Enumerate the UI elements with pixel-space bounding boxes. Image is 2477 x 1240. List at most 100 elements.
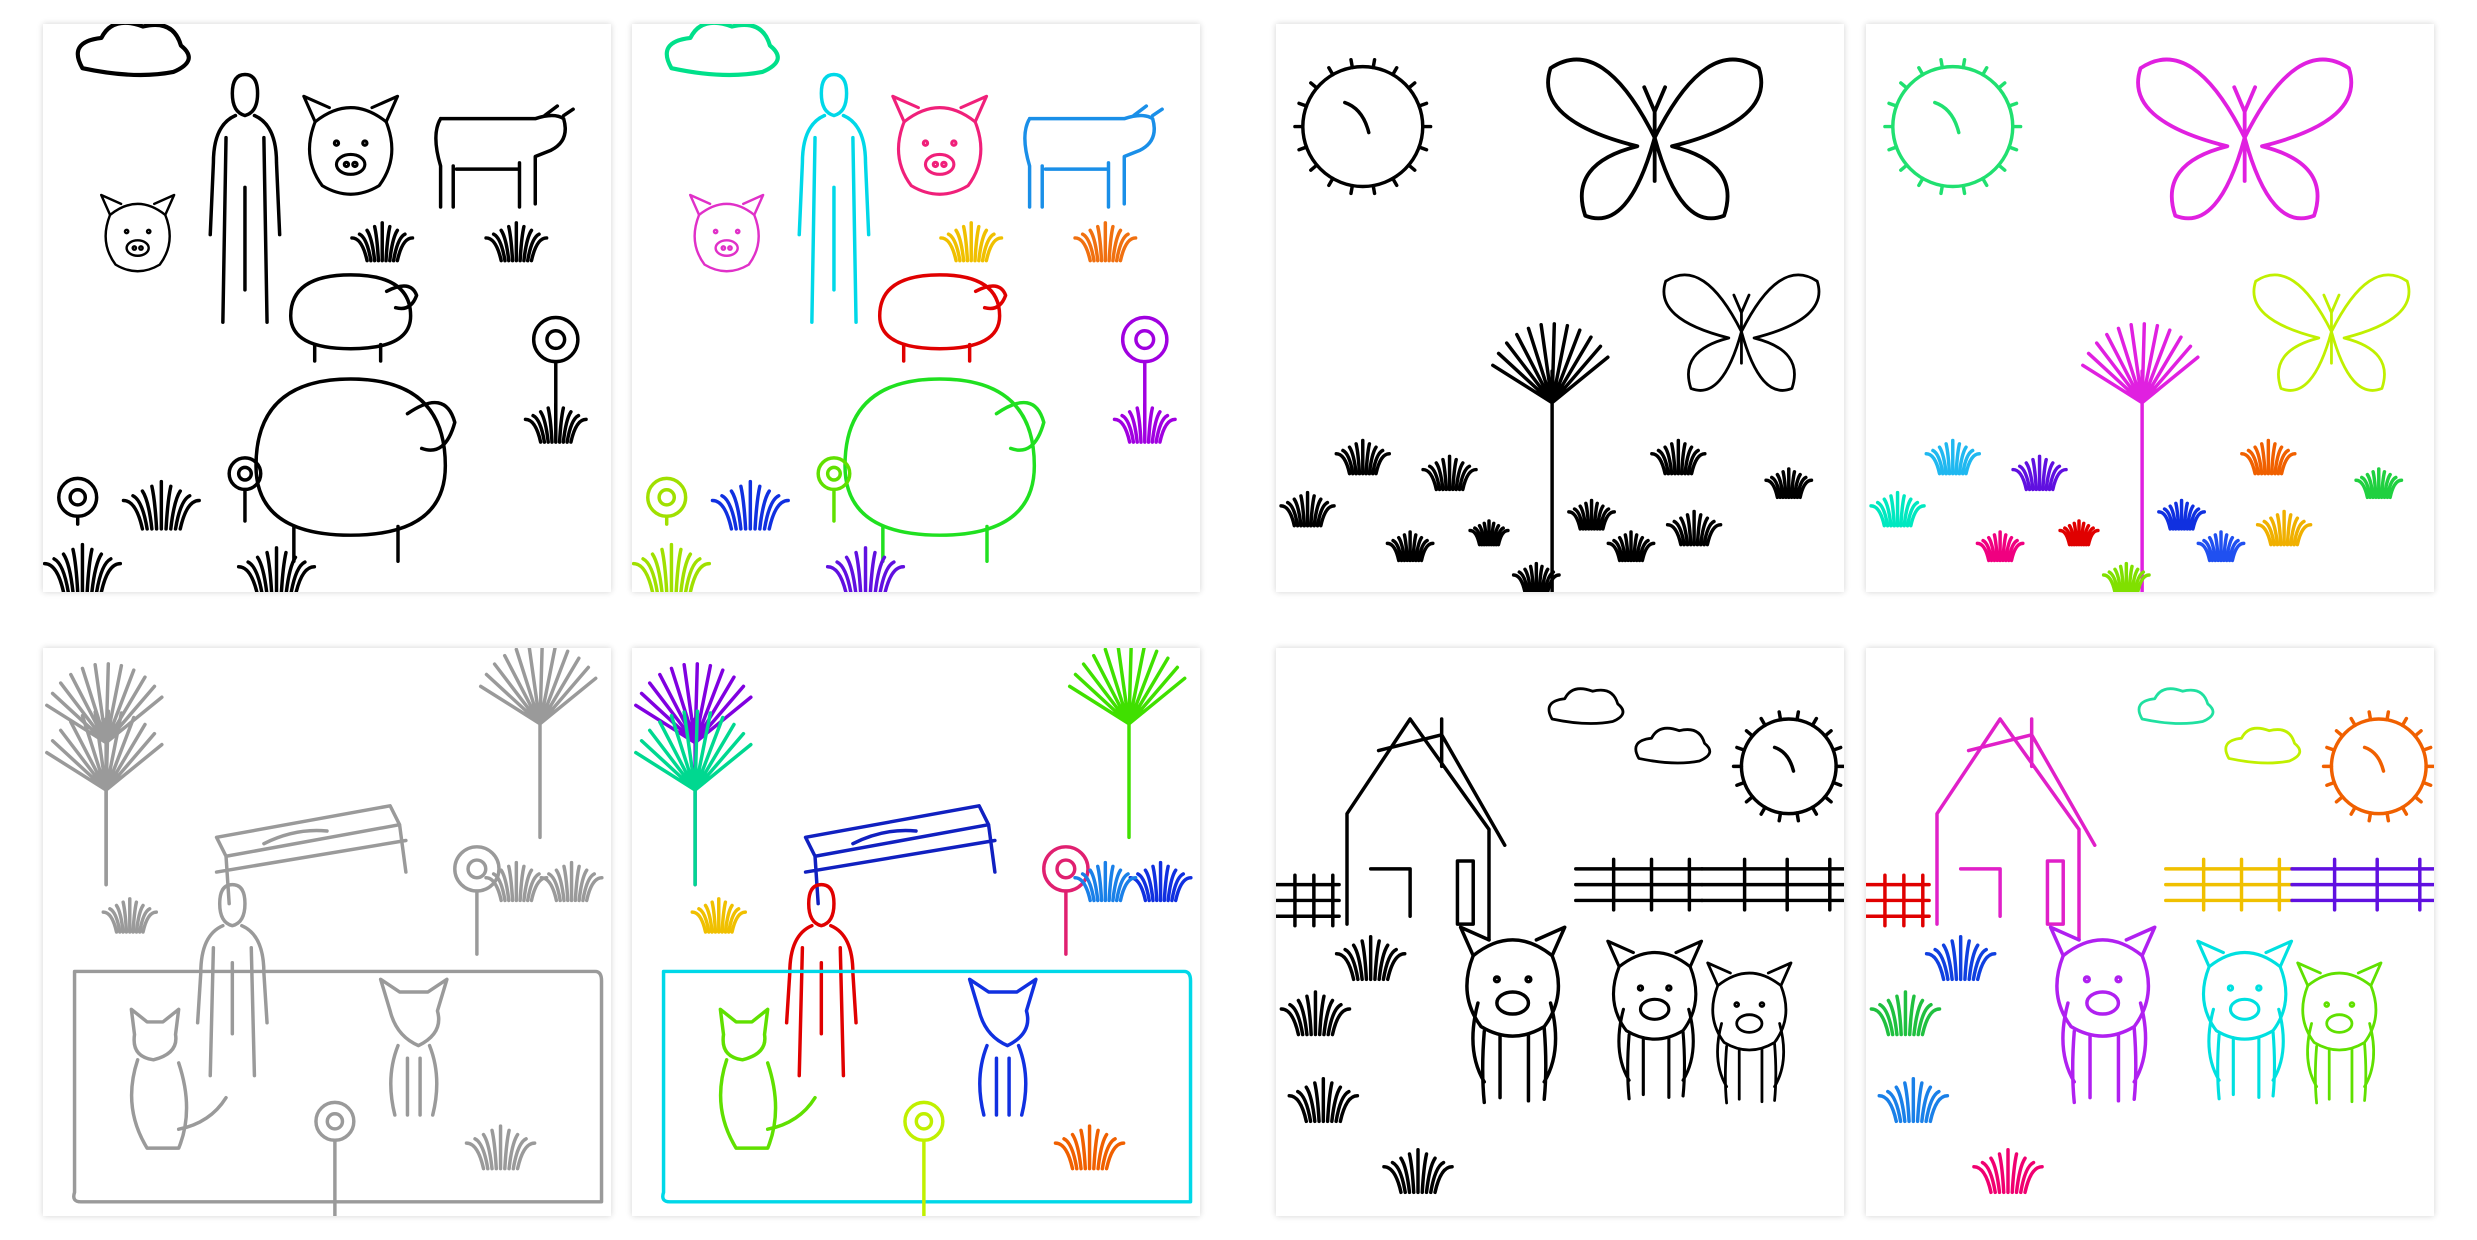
stroke-group-cloud (2224, 726, 2302, 765)
stroke-group-grass (2157, 498, 2207, 531)
stroke-group-fence (2164, 857, 2294, 912)
stroke-group-sun (1731, 710, 1844, 823)
segmented-park (634, 648, 1193, 1216)
stroke-group-grass (1924, 934, 1997, 982)
stroke-group-grass (939, 221, 1004, 263)
stroke-group-cloud (664, 24, 780, 78)
stroke-group-cloud (75, 24, 191, 78)
stroke-group-grass (1665, 509, 1723, 547)
stroke-group-person (797, 72, 871, 324)
stroke-group-flower (646, 476, 688, 526)
stroke-group-cloud (1547, 687, 1625, 725)
stroke-group-grass (2058, 519, 2100, 547)
stroke-group-grass (1606, 530, 1656, 563)
stroke-group-grass (2255, 509, 2313, 547)
stroke-group-pig (100, 193, 176, 273)
stroke-group-grass (1128, 860, 1193, 903)
stroke-group-grass (484, 860, 549, 903)
segmented-butterflies (1869, 57, 2411, 592)
panel-butterflies-sketch (1276, 24, 1844, 592)
stroke-group-fence (1574, 857, 1704, 912)
stroke-group-person (784, 882, 858, 1078)
panel-house-sketch (1276, 648, 1844, 1216)
stroke-group-grass (1764, 467, 1814, 500)
stroke-group-grass (710, 479, 790, 531)
stroke-group-grass (2240, 438, 2297, 476)
stroke-group-butterfly (2136, 57, 2354, 221)
stroke-group-grass (1869, 990, 1942, 1037)
stroke-group-grass (1877, 1076, 1950, 1124)
stroke-group-grass (1975, 530, 2025, 563)
sketch-farm-animals (43, 24, 588, 592)
stroke-group-pig (891, 94, 989, 196)
stroke-group-grass (236, 546, 317, 592)
panel-farm-sketch (43, 24, 611, 592)
stroke-group-grass (1382, 1147, 1454, 1195)
stroke-group-cow (1023, 104, 1164, 209)
stroke-group-grass (121, 479, 201, 531)
stroke-group-grass (2354, 467, 2404, 500)
stroke-group-grass (1279, 490, 1336, 528)
stroke-group-tree (1491, 322, 1610, 592)
stroke-group-grass (1112, 402, 1177, 444)
stroke-group-dog (967, 977, 1038, 1117)
stroke-group-sheep (843, 377, 1046, 563)
stroke-group-grass (523, 402, 588, 444)
stroke-group-dog (378, 977, 449, 1117)
stroke-group-sheep (288, 273, 419, 363)
stroke-group-grass (464, 1124, 537, 1171)
stroke-group-sheep (877, 273, 1008, 363)
stroke-group-tree (478, 648, 598, 840)
stroke-group-person (208, 72, 282, 324)
panel-park-sketch (43, 648, 611, 1216)
stroke-group-grass (1287, 1076, 1360, 1124)
panel-house-segmented (1866, 648, 2434, 1216)
stroke-group-bench (803, 804, 997, 906)
stroke-group-flower (903, 1100, 945, 1216)
stroke-group-pigbody (2048, 925, 2157, 1105)
stroke-group-tree (2081, 322, 2200, 592)
stroke-group-flower (1042, 845, 1090, 956)
segmented-farm-animals (632, 24, 1177, 592)
stroke-group-grass (1053, 1124, 1126, 1171)
stroke-group-sun (1293, 58, 1433, 196)
stroke-group-grass (1279, 990, 1352, 1037)
stroke-group-grass (484, 221, 549, 263)
panel-farm-segmented (632, 24, 1200, 592)
stroke-group-pigbody (2296, 961, 2383, 1105)
stroke-group-flower (453, 845, 501, 956)
stroke-group-cloud (1634, 726, 1712, 765)
sketch-house-pigs (1276, 687, 1844, 1195)
stroke-group-grass (1073, 221, 1138, 263)
stroke-group-grass (539, 860, 604, 903)
stroke-group-butterfly (2252, 273, 2411, 392)
stroke-group-house (1935, 717, 2097, 942)
stroke-group-grass (632, 542, 712, 592)
stroke-group-grass (1468, 519, 1510, 547)
stroke-group-fence (1276, 873, 1341, 928)
stroke-group-sun (1883, 58, 2023, 196)
stroke-group-grass (1650, 438, 1707, 476)
sketch-park (45, 648, 604, 1216)
stroke-group-rect (72, 969, 604, 1204)
panel-butterflies-segmented (1866, 24, 2434, 592)
stroke-group-butterfly (1662, 273, 1821, 392)
stroke-group-grass (1334, 934, 1407, 982)
stroke-group-cow (434, 104, 575, 209)
stroke-group-pig (689, 193, 765, 273)
stroke-group-grass (350, 221, 415, 263)
stroke-group-person (195, 882, 269, 1078)
stroke-group-fence (1700, 857, 1844, 912)
stroke-group-grass (825, 546, 906, 592)
stroke-group-rect (661, 969, 1193, 1204)
panel-park-segmented (632, 648, 1200, 1216)
stroke-group-house (1345, 717, 1507, 942)
stroke-group-pigbody (1706, 961, 1793, 1105)
stroke-group-grass (1073, 860, 1138, 903)
stroke-group-cloud (2137, 687, 2215, 725)
stroke-group-pigbody (1606, 939, 1704, 1101)
stroke-group-grass (1924, 438, 1982, 476)
stroke-group-grass (1334, 438, 1392, 476)
stroke-group-flower (57, 476, 99, 526)
stroke-group-sheep (254, 377, 457, 563)
